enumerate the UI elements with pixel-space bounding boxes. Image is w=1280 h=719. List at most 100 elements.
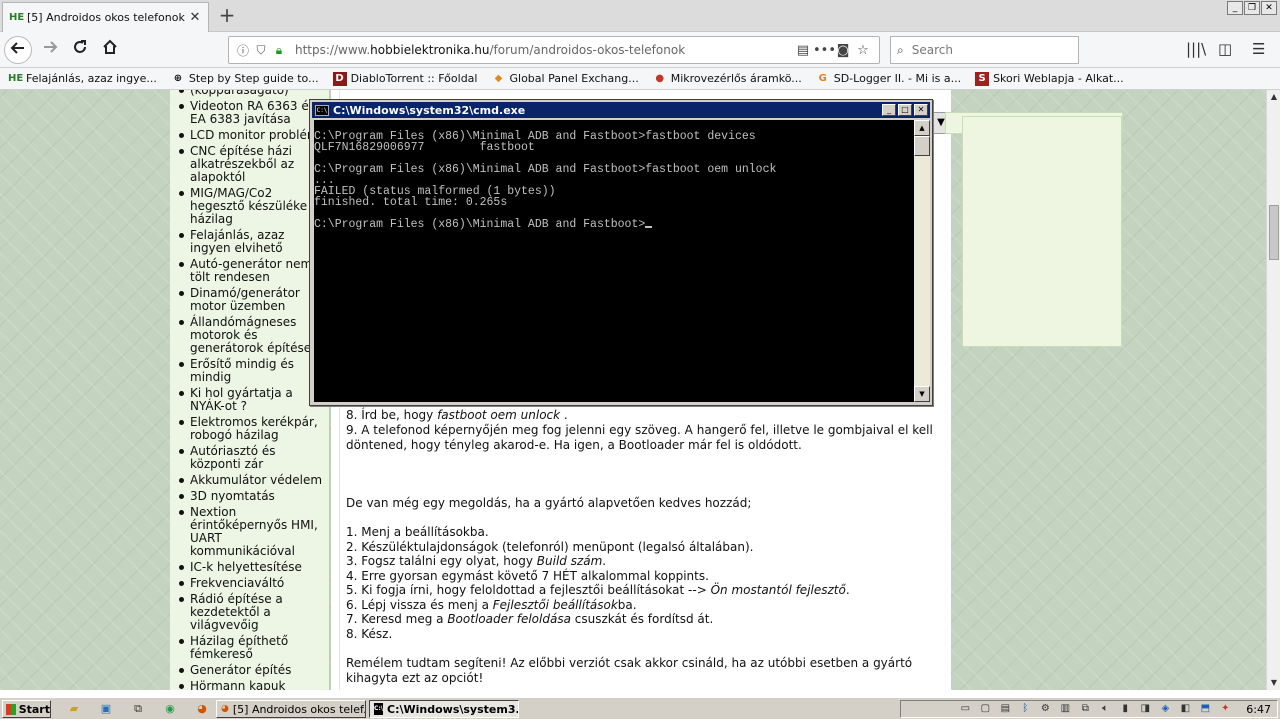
tray-monitor-icon[interactable]: ▥ <box>1058 702 1072 716</box>
close-window-button[interactable]: ✕ <box>1261 1 1277 15</box>
bookmark-item[interactable]: HE Felajánlás, azaz ingye... <box>8 72 157 86</box>
tray-document-icon[interactable]: ▤ <box>998 702 1012 716</box>
sidebar-topic-link[interactable]: Frekvenciaváltó <box>176 577 329 590</box>
pocket-icon[interactable]: ◙ <box>833 43 853 58</box>
tray-network-icon[interactable]: ⧉ <box>1078 702 1092 716</box>
bookmark-item[interactable]: D DiabloTorrent :: Főoldal <box>332 71 477 86</box>
minimize-button[interactable]: _ <box>1227 1 1243 15</box>
browser-tab[interactable]: HE [5] Androidos okos telefonok - Hob ✕ <box>2 2 209 32</box>
sidebar-toggle-icon[interactable]: ◫ <box>1218 40 1232 58</box>
cmd-title: C:\Windows\system32\cmd.exe <box>333 103 526 117</box>
forward-button[interactable] <box>36 36 64 64</box>
cmd-maximize-button[interactable]: □ <box>898 104 912 116</box>
cmd-scrollbar-thumb[interactable] <box>914 136 930 156</box>
sidebar-topic-link[interactable]: Felajánlás, azaz ingyen elvihető <box>176 229 329 255</box>
task-label: [5] Androidos okos telef... <box>232 702 366 716</box>
sidebar-topic-link[interactable]: Nextion érintőképernyős HMI, UART kommun… <box>176 506 329 558</box>
lock-icon[interactable]: 🔒︎ <box>271 43 287 58</box>
tray-battery-icon[interactable]: ▮ <box>1118 702 1132 716</box>
scrollbar-thumb[interactable] <box>1269 205 1279 260</box>
forward-arrow-icon <box>44 41 58 53</box>
bookmark-star-icon[interactable]: ☆ <box>853 43 873 58</box>
sidebar-topic-link[interactable]: Állandómágneses motorok és generátorok é… <box>176 316 329 355</box>
search-box[interactable]: ⌕ Search <box>890 36 1079 64</box>
folder-icon[interactable]: ▰ <box>66 702 82 716</box>
sidebar-topic-link[interactable]: MIG/MAG/Co2 hegesztő készüléke házilag <box>176 187 329 226</box>
hamburger-menu-icon[interactable]: ☰ <box>1252 40 1265 58</box>
sidebar-topic-link[interactable]: Ki hol gyártatja a NYÁK-ot ? <box>176 387 329 413</box>
sidebar-topic-link[interactable]: Autóriasztó és központi zár <box>176 445 329 471</box>
scroll-up-icon[interactable]: ▲ <box>1267 90 1280 104</box>
tray-settings-icon[interactable]: ⚙ <box>1038 702 1052 716</box>
bluetooth-icon[interactable]: ᛒ <box>1018 702 1032 716</box>
sidebar-topic-link[interactable]: Autó-generátor nem tölt rendesen <box>176 258 329 284</box>
network-icon[interactable]: ⧉ <box>130 702 146 716</box>
restore-button[interactable]: ❐ <box>1244 1 1260 15</box>
sidebar-topic-link[interactable]: Rádió építése a kezdetektől a világvevői… <box>176 593 329 632</box>
scroll-down-icon[interactable]: ▼ <box>1267 676 1280 690</box>
closing-text: Remélem tudtam segíteni! Az előbbi verzi… <box>346 656 913 685</box>
library-icon[interactable]: |||\ <box>1186 40 1206 58</box>
sidebar-topic-link[interactable]: Akkumulátor védelem <box>176 474 329 487</box>
sidebar-topic-link[interactable]: Generátor építés <box>176 664 329 677</box>
address-bar[interactable]: ⓘ ⛉ 🔒︎ https://www.hobbielektronika.hu/f… <box>228 36 880 64</box>
clock[interactable]: 6:47 <box>1246 703 1271 716</box>
taskbar-firefox-task[interactable]: ◕ [5] Androidos okos telef... <box>216 700 366 718</box>
console-output[interactable]: C:\Program Files (x86)\Minimal ADB and F… <box>314 120 914 402</box>
sidebar-topic-link[interactable]: Hörmann kapuk <box>176 680 329 690</box>
firefox-icon[interactable]: ◕ <box>194 702 210 716</box>
cmd-close-button[interactable]: ✕ <box>914 104 928 116</box>
tray-info-icon[interactable]: ◧ <box>1178 702 1192 716</box>
tray-antivirus-icon[interactable]: ✦ <box>1218 702 1232 716</box>
info-icon[interactable]: ⓘ <box>235 42 251 59</box>
tray-display-icon[interactable]: ▢ <box>978 702 992 716</box>
tray-printer-icon[interactable]: ▭ <box>958 702 972 716</box>
sidebar-topic-link[interactable]: Házilag építhető fémkereső <box>176 635 329 661</box>
cmd-title-bar[interactable]: C:\ C:\Windows\system32\cmd.exe _ □ ✕ <box>312 102 930 118</box>
cmd-scrollbar[interactable]: ▲ ▼ <box>914 120 930 402</box>
cmd-window[interactable]: C:\ C:\Windows\system32\cmd.exe _ □ ✕ C:… <box>309 99 933 406</box>
sidebar-topic-link[interactable]: IC-k helyettesítése <box>176 561 329 574</box>
show-desktop-icon[interactable]: ▣ <box>98 702 114 716</box>
home-button[interactable] <box>96 36 124 64</box>
hungary-flag-icon: ● <box>655 72 665 84</box>
reload-button[interactable] <box>66 36 94 64</box>
sidebar-topic-link[interactable]: (kopparaságátó) <box>176 90 329 97</box>
sidebar-topic-link[interactable]: Erősítő mindig és mindig <box>176 358 329 384</box>
console-line: C:\Program Files (x86)\Minimal ADB and F… <box>314 163 777 176</box>
bookmark-item[interactable]: ⊕ Step by Step guide to... <box>171 72 319 86</box>
page-scrollbar[interactable]: ▲ ▼ <box>1266 90 1280 690</box>
cmd-scroll-up-icon[interactable]: ▲ <box>914 120 930 136</box>
tray-app-icon[interactable]: ◨ <box>1138 702 1152 716</box>
cmd-scroll-down-icon[interactable]: ▼ <box>914 386 930 402</box>
page-actions-icon[interactable]: ••• <box>813 43 836 58</box>
taskbar-cmd-task[interactable]: C:\ C:\Windows\system3... <box>369 700 519 718</box>
bookmark-item[interactable]: G SD-Logger II. - Mi is a... <box>816 72 961 86</box>
search-icon: ⌕ <box>897 42 904 57</box>
bookmark-item[interactable]: S Skori Weblapja - Alkat... <box>975 71 1124 86</box>
tab-close-icon[interactable]: ✕ <box>188 10 202 25</box>
back-arrow-icon <box>10 42 24 54</box>
sidebar-topic-link[interactable]: 3D nyomtatás <box>176 490 329 503</box>
url-text[interactable]: https://www.hobbielektronika.hu/forum/an… <box>295 43 793 57</box>
bookmark-label: Step by Step guide to... <box>188 72 319 85</box>
new-tab-button[interactable]: + <box>216 4 238 26</box>
tracking-shield-icon[interactable]: ⛉ <box>253 43 269 58</box>
bookmark-item[interactable]: ◆ Global Panel Exchang... <box>491 72 639 86</box>
bookmark-item[interactable]: ● Mikrovezérlős áramkö... <box>653 72 801 86</box>
sidebar-topic-link[interactable]: CNC építése házi alkatrészekből az alapo… <box>176 145 329 184</box>
sidebar-topic-link[interactable]: Videoton RA 6363 és EA 6383 javítása <box>176 100 329 126</box>
reader-view-icon[interactable]: ▤ <box>793 43 813 58</box>
volume-icon[interactable]: 🔈︎ <box>1098 702 1112 716</box>
taskbar: Start ▰ ▣ ⧉ ◉ ◕ ◕ [5] Androidos okos tel… <box>0 697 1280 719</box>
tray-wifi-icon[interactable]: ◈ <box>1158 702 1172 716</box>
sidebar-topic-link[interactable]: Dinamó/generátor motor üzemben <box>176 287 329 313</box>
back-button[interactable] <box>4 36 32 64</box>
sidebar-topic-link[interactable]: LCD monitor problém <box>176 129 329 142</box>
chrome-icon[interactable]: ◉ <box>162 702 178 716</box>
cmd-minimize-button[interactable]: _ <box>882 104 896 116</box>
tray-update-icon[interactable]: ⬒ <box>1198 702 1212 716</box>
start-button[interactable]: Start <box>2 700 51 718</box>
sidebar-topic-link[interactable]: Elektromos kerékpár, robogó házilag <box>176 416 329 442</box>
forum-topic-list: (kopparaságátó) Videoton RA 6363 és EA 63… <box>170 90 330 690</box>
